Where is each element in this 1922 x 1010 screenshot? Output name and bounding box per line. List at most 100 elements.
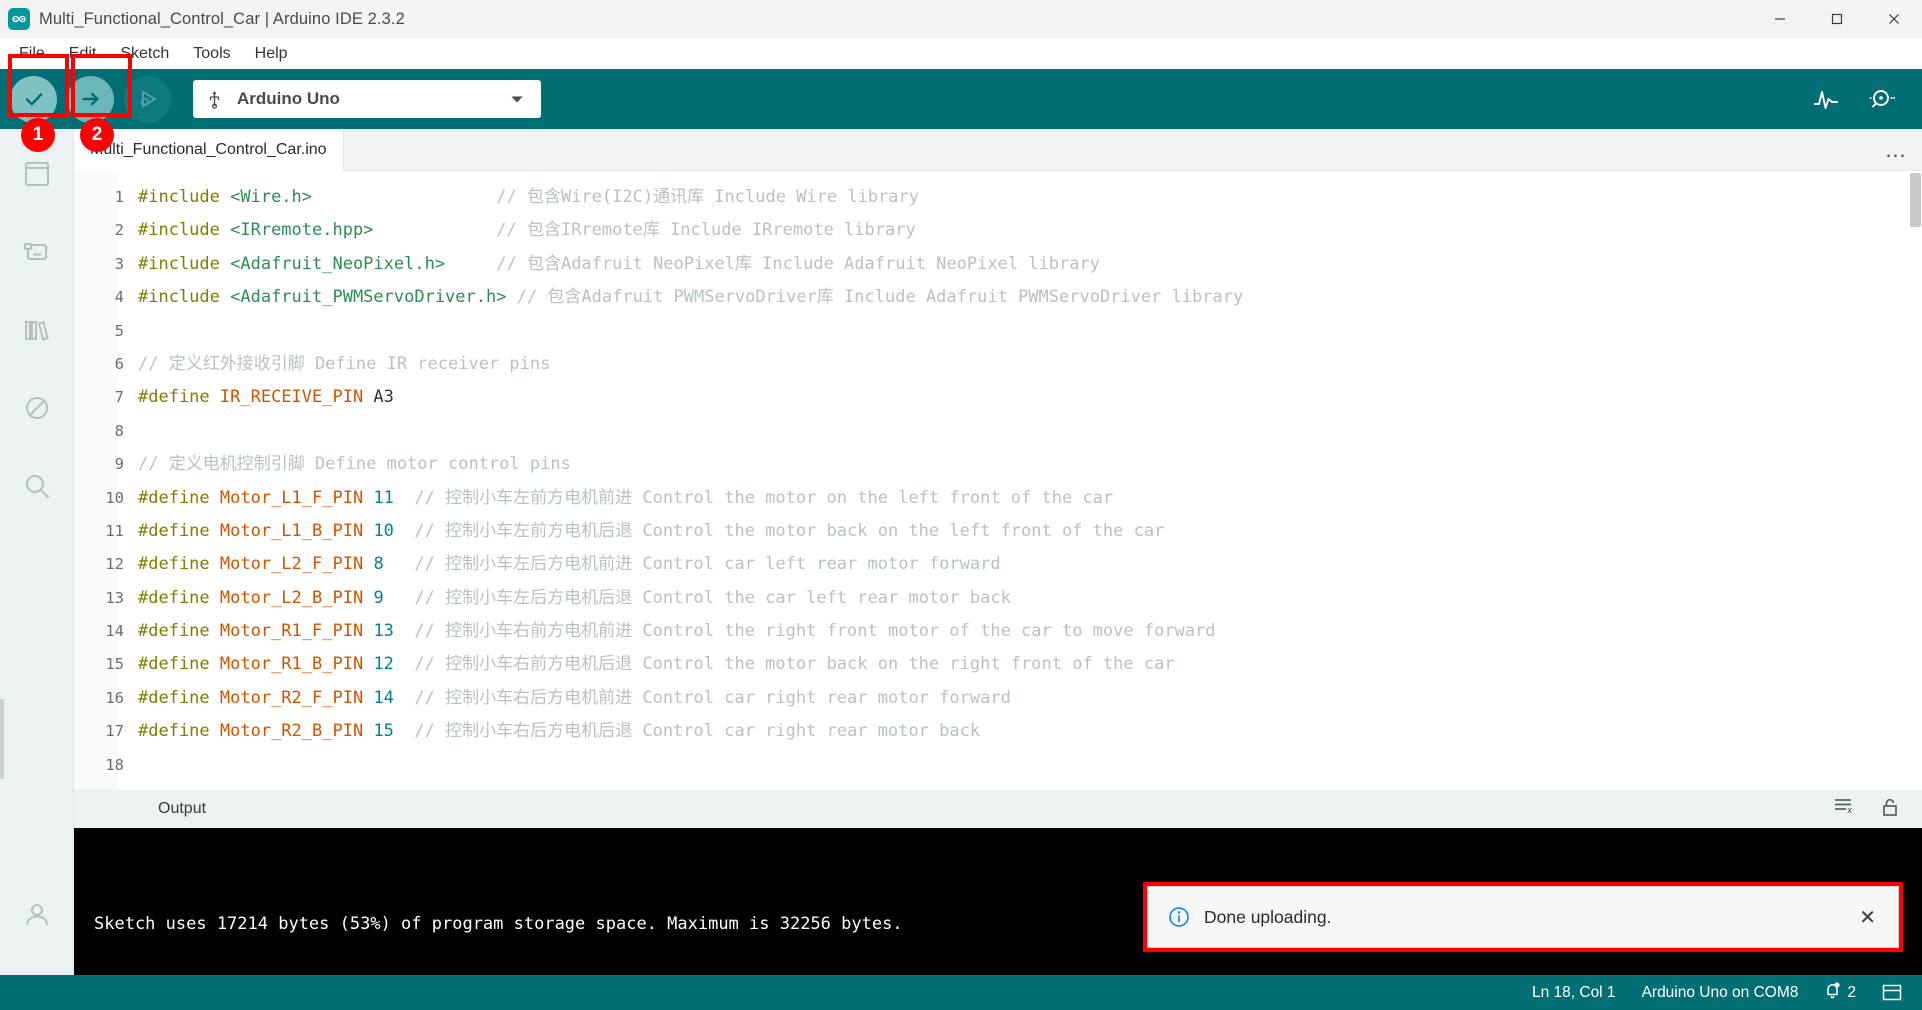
code-line: 9 // 定义电机控制引脚 Define motor control pins bbox=[115, 448, 1922, 481]
line-number: 14 bbox=[105, 622, 124, 641]
arrow-right-icon bbox=[81, 92, 99, 106]
code-text: #define Motor_L2_F_PIN 8 // 控制小车左后方电机前进 … bbox=[138, 554, 1001, 575]
line-number: 15 bbox=[105, 655, 124, 674]
code-text: #define Motor_R2_B_PIN 15 // 控制小车右后方电机后退… bbox=[138, 721, 981, 742]
output-header: Output x bbox=[74, 790, 1922, 828]
workspace: Multi_Functional_Control_Car.ino … 1 #inc… bbox=[0, 129, 1922, 975]
code-line: 1 #include <Wire.h> // 包含Wire(I2C)通讯库 Inc… bbox=[115, 181, 1922, 214]
output-header-actions: x bbox=[1832, 796, 1922, 823]
board-selector[interactable]: Arduino Uno bbox=[193, 80, 541, 118]
line-number: 5 bbox=[114, 321, 124, 340]
bell-icon bbox=[1824, 981, 1841, 1004]
line-number: 11 bbox=[105, 521, 124, 540]
toggle-bottom-panel-icon[interactable] bbox=[1882, 984, 1902, 1001]
chevron-down-icon bbox=[509, 91, 525, 107]
toolbar-right-actions bbox=[1812, 86, 1922, 112]
close-button[interactable] bbox=[1865, 0, 1922, 38]
notifications-indicator[interactable]: 2 bbox=[1824, 981, 1856, 1004]
sidebar-item-library-manager[interactable] bbox=[0, 291, 74, 369]
line-number: 18 bbox=[105, 755, 124, 774]
code-line: 5 bbox=[115, 315, 1922, 348]
line-number: 12 bbox=[105, 555, 124, 574]
info-icon bbox=[1168, 906, 1190, 928]
maximize-button[interactable] bbox=[1808, 0, 1865, 38]
code-lines: 1 #include <Wire.h> // 包含Wire(I2C)通讯库 Inc… bbox=[105, 171, 1922, 790]
code-line: 4 #include <Adafruit_PWMServoDriver.h> //… bbox=[115, 281, 1922, 314]
annotation-badge-1: 1 bbox=[21, 118, 55, 152]
line-number: 7 bbox=[114, 388, 124, 407]
code-line: 15 #define Motor_R1_B_PIN 12 // 控制小车右前方电机… bbox=[105, 648, 1922, 681]
code-text: #define Motor_R1_B_PIN 12 // 控制小车右前方电机后退… bbox=[138, 654, 1175, 675]
upload-notification-toast: Done uploading. ✕ bbox=[1147, 886, 1899, 948]
code-line: 18 bbox=[105, 749, 1922, 782]
code-line: 11 #define Motor_L1_B_PIN 10 // 控制小车左前方电机… bbox=[105, 515, 1922, 548]
code-text: #define IR_RECEIVE_PIN A3 bbox=[138, 387, 394, 408]
output-title: Output bbox=[158, 800, 207, 817]
close-icon[interactable]: ✕ bbox=[1859, 905, 1876, 930]
sidebar-item-search[interactable] bbox=[0, 447, 74, 525]
code-line: 3 #include <Adafruit_NeoPixel.h> // 包含Ada… bbox=[115, 248, 1922, 281]
line-number: 1 bbox=[114, 188, 124, 206]
menu-edit[interactable]: Edit bbox=[58, 41, 108, 66]
code-line: 13 #define Motor_L2_B_PIN 9 // 控制小车左后方电机后… bbox=[105, 582, 1922, 615]
sketchbook-icon bbox=[24, 161, 49, 187]
tab-sketch-file[interactable]: Multi_Functional_Control_Car.ino bbox=[74, 129, 344, 171]
main-toolbar: Arduino Uno bbox=[0, 69, 1922, 129]
line-number: 3 bbox=[114, 254, 124, 273]
menu-file[interactable]: File bbox=[8, 41, 56, 66]
arduino-logo-icon bbox=[8, 8, 30, 30]
code-line: 2 #include <IRremote.hpp> // 包含IRremote库 … bbox=[115, 214, 1922, 247]
status-bar: Ln 18, Col 1 Arduino Uno on COM8 2 bbox=[0, 975, 1922, 1010]
search-icon bbox=[25, 474, 49, 499]
sidebar-active-indicator bbox=[0, 699, 4, 779]
editor-scrollbar[interactable] bbox=[1908, 171, 1922, 790]
boards-manager-icon bbox=[23, 242, 47, 261]
selected-board-label: Arduino Uno bbox=[237, 89, 340, 108]
debug-icon bbox=[140, 90, 157, 108]
window-controls bbox=[1751, 0, 1922, 38]
arduino-ide-window: Multi_Functional_Control_Car | Arduino I… bbox=[0, 0, 1922, 1010]
editor-column: Multi_Functional_Control_Car.ino … 1 #inc… bbox=[74, 129, 1922, 975]
code-line: 7 #define IR_RECEIVE_PIN A3 bbox=[115, 381, 1922, 414]
code-text: #include <Wire.h> // 包含Wire(I2C)通讯库 Incl… bbox=[138, 187, 920, 207]
menu-tools[interactable]: Tools bbox=[182, 41, 241, 66]
code-line: 6 // 定义红外接收引脚 Define IR receiver pins bbox=[115, 348, 1922, 381]
line-number: 6 bbox=[114, 354, 124, 373]
code-editor[interactable]: 1 #include <Wire.h> // 包含Wire(I2C)通讯库 Inc… bbox=[74, 171, 1922, 790]
annotation-badge-2: 2 bbox=[80, 118, 114, 152]
minimize-button[interactable] bbox=[1751, 0, 1808, 38]
activity-sidebar bbox=[0, 129, 74, 975]
code-text: #define Motor_R1_F_PIN 13 // 控制小车右前方电机前进… bbox=[138, 621, 1216, 642]
menu-sketch[interactable]: Sketch bbox=[109, 41, 180, 66]
clear-output-icon[interactable]: x bbox=[1832, 796, 1856, 823]
line-number: 10 bbox=[105, 488, 124, 507]
upload-button[interactable] bbox=[67, 75, 114, 123]
verify-button[interactable] bbox=[10, 75, 57, 123]
sidebar-item-debug[interactable] bbox=[0, 369, 74, 447]
line-number: 16 bbox=[105, 688, 124, 707]
code-line: 14 #define Motor_R1_F_PIN 13 // 控制小车右前方电机… bbox=[105, 615, 1922, 648]
code-text: // 定义红外接收引脚 Define IR receiver pins bbox=[138, 353, 551, 374]
line-number: 17 bbox=[105, 722, 124, 741]
board-port-status[interactable]: Arduino Uno on COM8 bbox=[1642, 984, 1799, 1002]
line-number: 8 bbox=[114, 421, 124, 440]
debug-button[interactable] bbox=[124, 75, 171, 123]
tab-overflow-button[interactable]: … bbox=[1870, 129, 1922, 171]
svg-text:x: x bbox=[1847, 806, 1853, 816]
scrollbar-thumb[interactable] bbox=[1910, 173, 1921, 227]
line-number: 4 bbox=[114, 288, 124, 307]
line-number: 9 bbox=[114, 455, 124, 474]
title-bar: Multi_Functional_Control_Car | Arduino I… bbox=[0, 0, 1922, 38]
code-line: 10 #define Motor_L1_F_PIN 11 // 控制小车左前方电机… bbox=[105, 482, 1922, 515]
code-text: #include <IRremote.hpp> // 包含IRremote库 I… bbox=[138, 220, 916, 241]
serial-plotter-icon[interactable] bbox=[1812, 86, 1840, 112]
unlock-icon[interactable] bbox=[1880, 796, 1900, 823]
serial-monitor-icon[interactable] bbox=[1866, 86, 1896, 112]
code-text: #include <Adafruit_NeoPixel.h> // 包含Adaf… bbox=[138, 253, 1100, 274]
sidebar-item-boards-manager[interactable] bbox=[0, 213, 74, 291]
code-line: 16 #define Motor_R2_F_PIN 14 // 控制小车右后方电机… bbox=[105, 682, 1922, 715]
menu-help[interactable]: Help bbox=[244, 41, 299, 66]
toast-message: Done uploading. bbox=[1204, 906, 1332, 927]
sidebar-item-account[interactable] bbox=[0, 875, 74, 953]
tab-bar-filler bbox=[343, 129, 1870, 171]
